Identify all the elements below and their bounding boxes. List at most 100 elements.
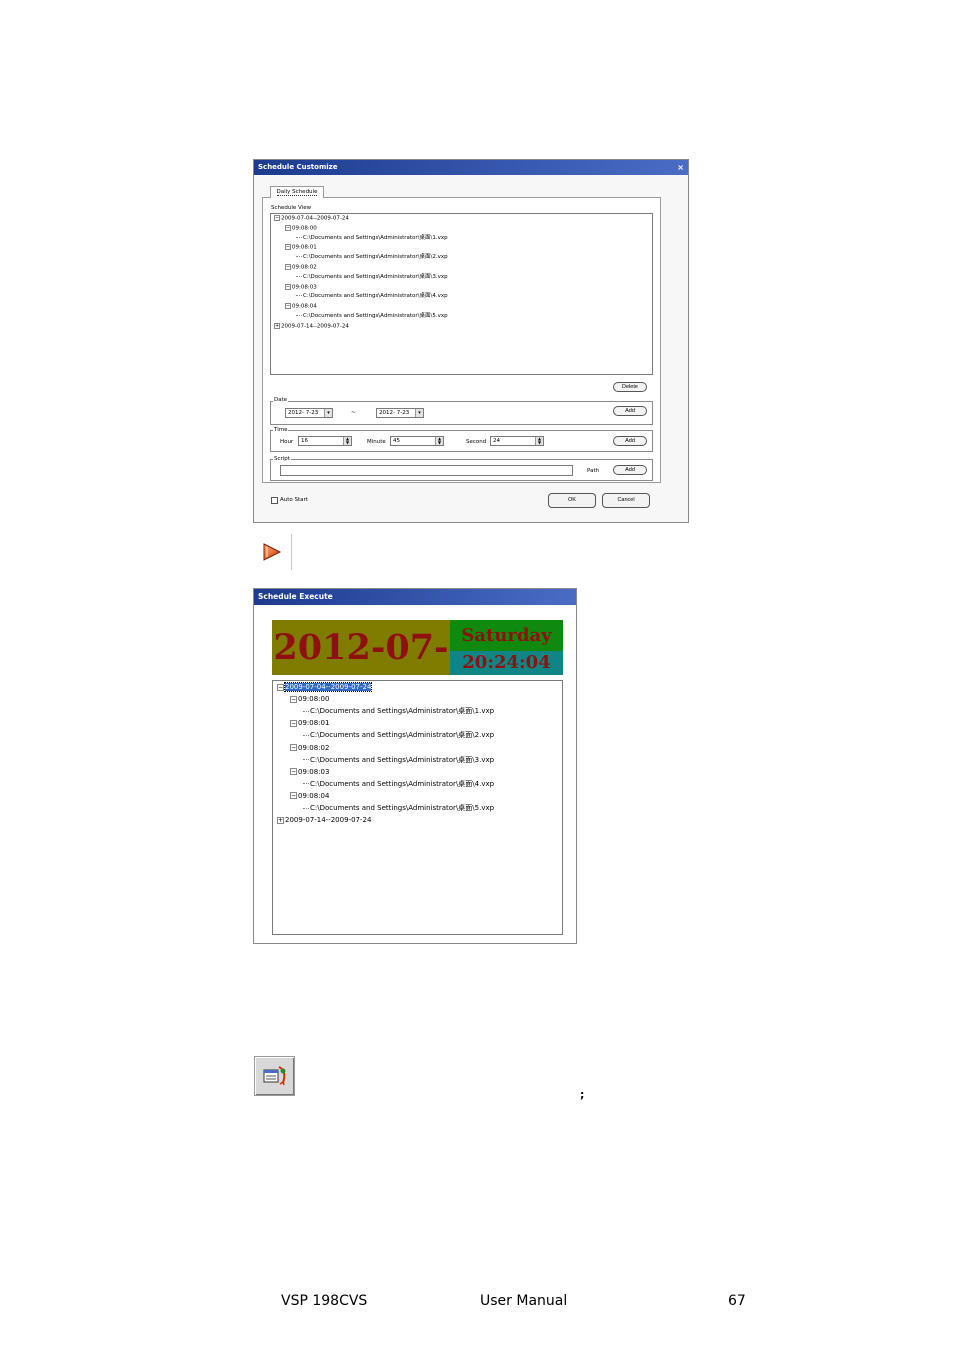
tree-node-label: 09:08:02 bbox=[298, 743, 330, 752]
expand-icon[interactable]: + bbox=[277, 816, 284, 824]
collapse-icon[interactable]: − bbox=[290, 695, 297, 703]
tree-node-date-range[interactable]: +2009-07-14--2009-07-24 bbox=[277, 816, 371, 825]
collapse-icon[interactable]: − bbox=[285, 244, 291, 251]
date-add-button[interactable]: Add bbox=[613, 406, 647, 416]
second-value: 24 bbox=[493, 438, 500, 444]
title-bar: Schedule Customize × bbox=[254, 160, 688, 175]
tree-node-label: 09:08:03 bbox=[298, 767, 330, 776]
collapse-icon[interactable]: − bbox=[290, 792, 297, 800]
play-icon[interactable] bbox=[254, 534, 292, 570]
date-from-picker[interactable]: 2012- 7-23 ▾ bbox=[285, 408, 333, 418]
tree-node-label: 09:08:03 bbox=[292, 284, 317, 291]
tree-connector bbox=[303, 710, 309, 712]
tree-node-label: 09:08:04 bbox=[292, 303, 317, 310]
close-icon[interactable]: × bbox=[677, 160, 684, 175]
hour-value: 16 bbox=[301, 438, 308, 444]
date-to-value: 2012- 7-23 bbox=[379, 410, 410, 416]
chevron-down-icon[interactable]: ▾ bbox=[324, 409, 332, 417]
tree-node-time[interactable]: −09:08:00 bbox=[290, 695, 329, 704]
tree-leaf-file[interactable]: C:\Documents and Settings\Administrator\… bbox=[303, 731, 494, 740]
tree-node-label: C:\Documents and Settings\Administrator\… bbox=[310, 779, 495, 788]
script-add-button[interactable]: Add bbox=[613, 465, 647, 475]
schedule-view-tree[interactable]: −2009-07-04--2009-07-24−09:08:00 C:\Docum… bbox=[270, 213, 653, 375]
collapse-icon[interactable]: − bbox=[290, 744, 297, 751]
expand-icon[interactable]: + bbox=[274, 322, 280, 329]
tree-node-time[interactable]: −09:08:02 bbox=[285, 264, 317, 272]
tree-leaf-file[interactable]: C:\Documents and Settings\Administrator\… bbox=[296, 293, 448, 300]
tree-leaf-file[interactable]: C:\Documents and Settings\Administrator\… bbox=[303, 780, 494, 789]
tree-leaf-file[interactable]: C:\Documents and Settings\Administrator\… bbox=[296, 235, 448, 242]
collapse-icon[interactable]: − bbox=[285, 224, 291, 231]
second-spinner[interactable]: 24 ▲ ▼ bbox=[490, 436, 544, 446]
date-to-picker[interactable]: 2012- 7-23 ▾ bbox=[376, 408, 424, 418]
tab-daily-schedule[interactable]: Daily Schedule bbox=[270, 186, 324, 198]
tree-node-date-range[interactable]: +2009-07-14--2009-07-24 bbox=[274, 322, 349, 331]
ok-button[interactable]: OK bbox=[548, 493, 596, 508]
execute-title-bar: Schedule Execute bbox=[254, 589, 576, 605]
second-label: Second bbox=[466, 439, 487, 445]
tree-node-time[interactable]: −09:08:00 bbox=[285, 224, 317, 233]
collapse-icon[interactable]: − bbox=[290, 719, 297, 727]
spin-arrows-icon[interactable]: ▲ ▼ bbox=[435, 437, 443, 445]
collapse-icon[interactable]: − bbox=[285, 264, 291, 270]
tree-connector bbox=[303, 759, 309, 761]
collapse-icon[interactable]: − bbox=[274, 215, 280, 221]
tree-node-time[interactable]: −09:08:01 bbox=[285, 244, 317, 252]
tree-leaf-file[interactable]: C:\Documents and Settings\Administrator\… bbox=[296, 313, 448, 320]
time-group-label: Time bbox=[273, 427, 289, 433]
time-add-button[interactable]: Add bbox=[613, 436, 647, 446]
tree-node-label: 09:08:02 bbox=[292, 264, 317, 271]
tree-node-label: 2009-07-14--2009-07-24 bbox=[281, 323, 349, 330]
chevron-down-icon[interactable]: ▾ bbox=[415, 409, 423, 417]
collapse-icon[interactable]: − bbox=[285, 303, 291, 310]
tree-node-time[interactable]: −09:08:04 bbox=[290, 792, 329, 801]
tree-connector bbox=[296, 256, 302, 258]
tree-node-label: C:\Documents and Settings\Administrator\… bbox=[310, 755, 495, 764]
tree-node-time[interactable]: −09:08:01 bbox=[290, 719, 329, 728]
tree-node-label: 09:08:04 bbox=[298, 791, 330, 800]
auto-start-label: Auto Start bbox=[280, 497, 308, 503]
tree-node-date-range[interactable]: −2009-07-04--2009-07-24 bbox=[277, 682, 373, 692]
spin-arrows-icon[interactable]: ▲ ▼ bbox=[343, 437, 351, 445]
minute-value: 45 bbox=[393, 438, 400, 444]
tree-node-time[interactable]: −09:08:02 bbox=[290, 744, 329, 753]
minute-label: Minute bbox=[367, 439, 386, 445]
spin-arrows-icon[interactable]: ▲ ▼ bbox=[535, 437, 543, 445]
tree-connector bbox=[296, 236, 302, 238]
collapse-icon[interactable]: − bbox=[285, 283, 291, 290]
tree-node-label: 09:08:00 bbox=[298, 695, 330, 704]
tree-node-label: 2009-07-04--2009-07-24 bbox=[283, 682, 373, 692]
tree-leaf-file[interactable]: C:\Documents and Settings\Administrator\… bbox=[303, 804, 494, 813]
tree-node-label: C:\Documents and Settings\Administrator\… bbox=[310, 707, 495, 716]
minute-spinner[interactable]: 45 ▲ ▼ bbox=[390, 436, 444, 446]
date-from-value: 2012- 7-23 bbox=[288, 410, 319, 416]
tree-leaf-file[interactable]: C:\Documents and Settings\Administrator\… bbox=[296, 274, 448, 281]
cancel-button[interactable]: Cancel bbox=[602, 493, 650, 508]
tree-node-label: 2009-07-04--2009-07-24 bbox=[281, 215, 349, 222]
tree-connector bbox=[296, 295, 302, 297]
tree-node-time[interactable]: −09:08:03 bbox=[290, 768, 329, 777]
tree-node-time[interactable]: −09:08:04 bbox=[285, 303, 317, 311]
tree-node-label: C:\Documents and Settings\Administrator\… bbox=[303, 313, 448, 319]
dialog-title: Schedule Customize bbox=[258, 163, 338, 171]
tree-node-time[interactable]: −09:08:03 bbox=[285, 283, 317, 292]
execute-title: Schedule Execute bbox=[258, 592, 333, 601]
tree-node-date-range[interactable]: −2009-07-04--2009-07-24 bbox=[274, 215, 349, 223]
tree-connector bbox=[303, 734, 309, 736]
collapse-icon[interactable]: − bbox=[290, 768, 297, 776]
execute-schedule-tree[interactable]: −2009-07-04--2009-07-24−09:08:00 C:\Docum… bbox=[272, 680, 563, 935]
delete-button[interactable]: Delete bbox=[613, 382, 647, 392]
tree-connector bbox=[296, 275, 302, 277]
tree-leaf-file[interactable]: C:\Documents and Settings\Administrator\… bbox=[303, 707, 494, 716]
script-group-label: Script bbox=[273, 456, 291, 462]
body-text-semicolon: ; bbox=[580, 1088, 585, 1101]
tree-node-label: 09:08:00 bbox=[292, 225, 317, 232]
collapse-icon[interactable]: − bbox=[277, 683, 284, 691]
auto-start-checkbox[interactable] bbox=[271, 497, 278, 504]
tree-leaf-file[interactable]: C:\Documents and Settings\Administrator\… bbox=[296, 254, 448, 261]
script-path-input[interactable] bbox=[280, 465, 573, 476]
weekday-display: Saturday bbox=[450, 620, 563, 651]
tree-leaf-file[interactable]: C:\Documents and Settings\Administrator\… bbox=[303, 756, 494, 765]
hour-spinner[interactable]: 16 ▲ ▼ bbox=[298, 436, 352, 446]
schedule-icon[interactable] bbox=[254, 1056, 295, 1096]
